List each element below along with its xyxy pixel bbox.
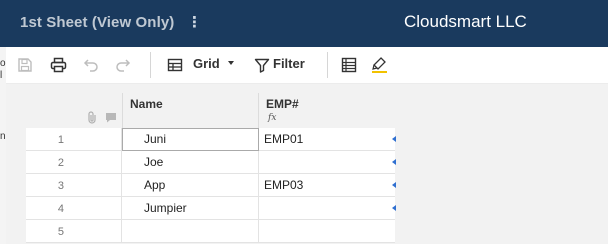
formula-icon: fx bbox=[268, 113, 277, 123]
sheet-menu-icon[interactable]: ⋮ bbox=[187, 13, 202, 31]
column-header-name[interactable]: Name bbox=[123, 93, 258, 128]
company-name: Cloudsmart LLC bbox=[404, 12, 527, 31]
toolbar-divider bbox=[327, 52, 328, 78]
toolbar: Grid Filter bbox=[6, 47, 608, 84]
row-number[interactable]: 4 bbox=[26, 197, 122, 220]
chevron-down-icon[interactable] bbox=[228, 61, 234, 65]
grid-view-icon[interactable] bbox=[166, 56, 184, 74]
filter-icon[interactable] bbox=[253, 56, 271, 74]
cell-emp[interactable] bbox=[259, 151, 396, 174]
cell-name[interactable] bbox=[122, 220, 259, 243]
cell-name[interactable]: Jumpier bbox=[122, 197, 259, 220]
clipped-text: o bbox=[0, 58, 6, 69]
card-view-icon[interactable] bbox=[340, 56, 358, 74]
row-marker-icon bbox=[392, 182, 396, 188]
column-title-name: Name bbox=[130, 97, 163, 111]
cell-name[interactable]: Juni bbox=[122, 128, 259, 151]
sheet-title[interactable]: 1st Sheet (View Only) bbox=[20, 14, 174, 31]
redo-icon[interactable] bbox=[114, 56, 132, 74]
table-row[interactable]: 1 Juni EMP01 bbox=[26, 128, 396, 151]
table-row[interactable]: 2 Joe bbox=[26, 151, 396, 174]
cell-emp[interactable] bbox=[259, 197, 396, 220]
column-title-emp: EMP# bbox=[266, 97, 299, 111]
cell-emp[interactable]: EMP03 bbox=[259, 174, 396, 197]
row-number[interactable]: 3 bbox=[26, 174, 122, 197]
grid-view-label[interactable]: Grid bbox=[193, 56, 220, 71]
print-icon[interactable] bbox=[49, 56, 67, 74]
clipped-text: l bbox=[0, 70, 3, 81]
cell-emp[interactable] bbox=[259, 220, 395, 243]
row-number[interactable]: 1 bbox=[26, 128, 122, 151]
row-number-header bbox=[26, 93, 122, 128]
comment-icon bbox=[106, 113, 116, 123]
cell-name[interactable]: App bbox=[122, 174, 259, 197]
row-number[interactable]: 2 bbox=[26, 151, 122, 174]
clipped-text: n bbox=[0, 131, 6, 142]
attachment-icon bbox=[88, 111, 96, 124]
cell-name[interactable]: Joe bbox=[122, 151, 259, 174]
row-marker-icon bbox=[392, 159, 396, 165]
row-number[interactable]: 5 bbox=[26, 220, 122, 243]
table-row[interactable]: 3 App EMP03 bbox=[26, 174, 396, 197]
undo-icon[interactable] bbox=[82, 56, 100, 74]
toolbar-divider bbox=[150, 52, 151, 78]
filter-label[interactable]: Filter bbox=[273, 56, 305, 71]
save-icon[interactable] bbox=[16, 56, 34, 74]
column-header-emp[interactable]: EMP# fx bbox=[259, 93, 395, 128]
row-marker-icon bbox=[392, 205, 396, 211]
cell-emp[interactable]: EMP01 bbox=[259, 128, 396, 151]
table-row[interactable]: 4 Jumpier bbox=[26, 197, 396, 220]
highlight-icon[interactable] bbox=[371, 56, 389, 74]
row-marker-icon bbox=[392, 136, 396, 142]
sheet-header: 1st Sheet (View Only) ⋮ Cloudsmart LLC bbox=[0, 0, 608, 47]
table-row[interactable]: 5 bbox=[26, 220, 395, 243]
